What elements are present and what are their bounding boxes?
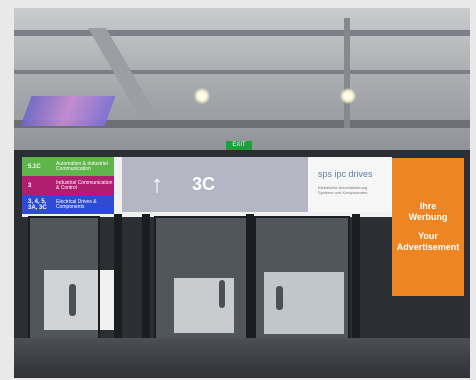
glass-door[interactable] (28, 216, 100, 344)
sign-row: 3, 4, 5, 3A, 3C Electrical Drives & Comp… (22, 195, 114, 214)
ad-line: Advertisement (396, 242, 460, 252)
hall-number: 3C (192, 174, 216, 194)
sign-row: 3 Industrial Communication & Control (22, 176, 114, 195)
ceiling-beam (344, 18, 350, 128)
sign-row-number: 5.1C (28, 163, 41, 170)
door-frame (142, 214, 150, 342)
sign-row-number: 3 (28, 182, 32, 189)
logo-panel: sps ipc drives Elektrische Automatisieru… (308, 157, 392, 212)
sign-row-text: Electrical Drives & Components (56, 198, 97, 210)
glass-door[interactable] (254, 216, 350, 344)
ceiling-beam (14, 70, 470, 74)
ad-line: Werbung (408, 212, 448, 222)
event-logo: sps ipc drives (318, 169, 373, 179)
door-frame (114, 214, 122, 342)
led-ceiling-panel (20, 96, 116, 126)
glass-door[interactable] (154, 216, 250, 344)
exit-sign: EXIT (226, 141, 252, 150)
sign-row-text: Automation & Industrial Communication (56, 160, 108, 172)
hall-sign: 5.1C Automation & Industrial Communicati… (22, 157, 392, 217)
ceiling-beam (14, 30, 470, 36)
ceiling (14, 8, 470, 158)
floor (14, 338, 470, 378)
door-frame (246, 214, 254, 342)
sign-row-number: 3, 4, 5, 3A, 3C (28, 198, 47, 211)
ceiling-lamp (194, 88, 210, 104)
sign-row-text: Industrial Communication & Control (56, 179, 113, 191)
direction-panel: ↑ 3C (122, 157, 308, 212)
door-frame (352, 214, 360, 342)
event-logo-subtitle: Elektrische Automatisierung Systeme und … (318, 185, 368, 195)
up-arrow-icon: ↑ (151, 170, 163, 198)
sign-row: 5.1C Automation & Industrial Communicati… (22, 157, 114, 176)
ad-line: Ihre (419, 201, 437, 211)
advertisement-panel: Ihre Werbung Your Advertisement (392, 158, 464, 296)
ceiling-lamp (340, 88, 356, 104)
ad-line: Your (418, 231, 438, 241)
photo: EXIT 5.1C Automation & Industrial Commun… (14, 8, 470, 378)
